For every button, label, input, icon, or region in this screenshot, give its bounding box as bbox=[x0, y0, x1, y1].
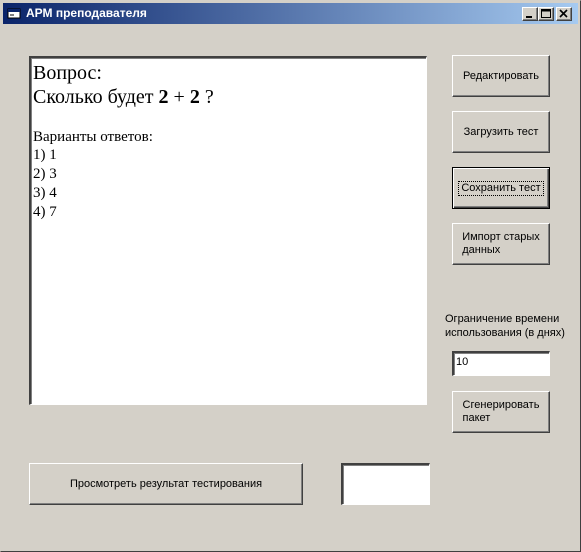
title-bar[interactable]: АРМ преподавателя bbox=[3, 3, 578, 24]
question-text: Сколько будет 2 + 2 ? bbox=[33, 85, 214, 109]
import-button-label-line1: Импорт старых bbox=[462, 231, 540, 243]
edit-button[interactable]: Редактировать bbox=[452, 55, 550, 97]
generate-button-label-line1: Сгенерировать bbox=[462, 399, 540, 411]
question-label: Вопрос: bbox=[33, 62, 102, 84]
generate-button-label-line2: пакет bbox=[462, 412, 491, 424]
maximize-icon bbox=[541, 9, 551, 18]
load-test-button-label: Загрузить тест bbox=[463, 125, 539, 138]
question-prefix: Сколько будет bbox=[33, 86, 159, 108]
edit-button-label: Редактировать bbox=[463, 69, 539, 82]
operand-a: 2 bbox=[158, 86, 169, 108]
question-suffix: ? bbox=[199, 86, 214, 108]
operator: + bbox=[168, 86, 190, 108]
app-icon[interactable] bbox=[7, 6, 21, 20]
window-title: АРМ преподавателя bbox=[26, 6, 147, 20]
import-button-label: Импорт старых данных bbox=[462, 231, 540, 257]
generate-button-label: Сгенерировать пакет bbox=[463, 399, 540, 425]
maximize-button[interactable] bbox=[538, 7, 554, 21]
view-results-button[interactable]: Просмотреть результат тестирования bbox=[29, 463, 303, 505]
minimize-button[interactable] bbox=[522, 7, 538, 21]
save-test-button[interactable]: Сохранить тест bbox=[452, 167, 550, 209]
answers-label: Варианты ответов: bbox=[33, 129, 153, 145]
load-test-button[interactable]: Загрузить тест bbox=[452, 111, 550, 153]
minimize-icon bbox=[526, 16, 532, 18]
import-button-label-line2: данных bbox=[462, 244, 501, 256]
operand-b: 2 bbox=[189, 86, 200, 108]
view-results-button-label: Просмотреть результат тестирования bbox=[69, 477, 263, 490]
answer-option: 3) 4 bbox=[33, 185, 57, 201]
answer-option: 1) 1 bbox=[33, 147, 57, 163]
import-old-data-button[interactable]: Импорт старых данных bbox=[452, 223, 550, 265]
answer-option: 4) 7 bbox=[33, 204, 57, 220]
save-test-button-label: Сохранить тест bbox=[458, 180, 544, 196]
close-icon bbox=[559, 9, 568, 18]
answer-option: 2) 3 bbox=[33, 166, 57, 182]
time-limit-label-line1: Ограничение времени bbox=[445, 313, 560, 325]
time-limit-label: Ограничение времени использования (в дня… bbox=[445, 312, 575, 340]
result-field[interactable] bbox=[341, 463, 430, 505]
question-editor[interactable]: Вопрос: Сколько будет 2 + 2 ? Варианты о… bbox=[29, 56, 427, 405]
time-limit-input[interactable]: 10 bbox=[452, 351, 550, 376]
answers-list: 1) 1 2) 3 3) 4 4) 7 bbox=[33, 146, 57, 222]
app-window: АРМ преподавателя Вопрос: Сколько будет … bbox=[0, 0, 581, 552]
generate-package-button[interactable]: Сгенерировать пакет bbox=[452, 391, 550, 433]
close-button[interactable] bbox=[556, 7, 572, 21]
time-limit-label-line2: использования (в днях) bbox=[445, 327, 565, 339]
